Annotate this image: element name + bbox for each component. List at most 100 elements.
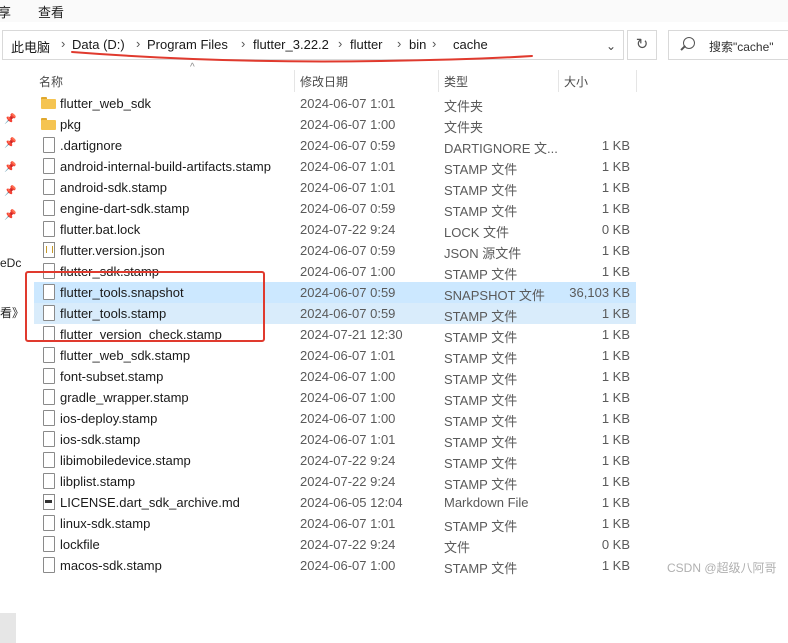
file-row[interactable]: ios-sdk.stamp 2024-06-07 1:01 STAMP 文件 1 KB bbox=[34, 429, 636, 450]
file-size: 1 KB bbox=[601, 327, 630, 342]
breadcrumb-separator[interactable]: › bbox=[338, 36, 342, 51]
file-size: 1 KB bbox=[601, 138, 630, 153]
file-date: 2024-06-07 0:59 bbox=[300, 138, 396, 153]
breadcrumb-cache[interactable]: cache bbox=[453, 37, 488, 52]
breadcrumb-separator[interactable]: › bbox=[432, 36, 436, 51]
file-date: 2024-06-07 1:01 bbox=[300, 96, 396, 111]
file-icon bbox=[43, 368, 55, 384]
file-date: 2024-07-22 9:24 bbox=[300, 222, 396, 237]
file-row[interactable]: flutter.version.json 2024-06-07 0:59 JSON … bbox=[34, 240, 636, 261]
breadcrumb-separator[interactable]: › bbox=[397, 36, 401, 51]
file-row[interactable]: ios-deploy.stamp 2024-06-07 1:00 STAMP 文件 1… bbox=[34, 408, 636, 429]
file-type: STAMP 文件 bbox=[444, 372, 518, 387]
file-date: 2024-06-07 1:01 bbox=[300, 180, 396, 195]
breadcrumb-bin[interactable]: bin bbox=[409, 37, 426, 52]
file-date: 2024-07-22 9:24 bbox=[300, 474, 396, 489]
file-row[interactable]: flutter_web_sdk 2024-06-07 1:01 文件夹 bbox=[34, 93, 636, 114]
file-name: pkg bbox=[60, 117, 81, 132]
column-header-size[interactable]: 大小 bbox=[564, 73, 588, 90]
file-row[interactable]: android-sdk.stamp 2024-06-07 1:01 STAMP 文件… bbox=[34, 177, 636, 198]
file-size: 1 KB bbox=[601, 432, 630, 447]
file-size: 1 KB bbox=[601, 306, 630, 321]
column-divider[interactable] bbox=[438, 70, 439, 92]
file-name: LICENSE.dart_sdk_archive.md bbox=[60, 495, 240, 510]
file-icon bbox=[43, 410, 55, 426]
file-name: libplist.stamp bbox=[60, 474, 136, 489]
pin-icon[interactable]: 📌 bbox=[4, 138, 16, 150]
breadcrumb-this-pc[interactable]: 此电脑 bbox=[11, 37, 50, 56]
file-size: 1 KB bbox=[601, 369, 630, 384]
file-size: 0 KB bbox=[601, 222, 630, 237]
search-input[interactable]: 搜索"cache" bbox=[668, 30, 788, 60]
file-icon bbox=[43, 431, 55, 447]
address-row: 此电脑 › Data (D:) › Program Files › flutte… bbox=[0, 26, 788, 62]
file-row[interactable]: engine-dart-sdk.stamp 2024-06-07 0:59 STAM… bbox=[34, 198, 636, 219]
file-name: font-subset.stamp bbox=[60, 369, 164, 384]
file-row[interactable]: flutter_web_sdk.stamp 2024-06-07 1:01 STAM… bbox=[34, 345, 636, 366]
pin-icon[interactable]: 📌 bbox=[4, 114, 16, 126]
breadcrumb-flutter[interactable]: flutter bbox=[350, 37, 383, 52]
file-date: 2024-07-22 9:24 bbox=[300, 453, 396, 468]
file-type: JSON 源文件 bbox=[444, 246, 522, 261]
ribbon-view-tab[interactable]: 查看 bbox=[38, 2, 64, 21]
file-row[interactable]: .dartignore 2024-06-07 0:59 DARTIGNORE 文..… bbox=[34, 135, 636, 156]
breadcrumb-separator[interactable]: › bbox=[241, 36, 245, 51]
file-date: 2024-06-07 1:01 bbox=[300, 348, 396, 363]
breadcrumb-separator[interactable]: › bbox=[61, 36, 65, 51]
column-divider[interactable] bbox=[294, 70, 295, 92]
file-size: 1 KB bbox=[601, 474, 630, 489]
file-row[interactable]: libimobiledevice.stamp 2024-07-22 9:24 STA… bbox=[34, 450, 636, 471]
pin-icon[interactable]: 📌 bbox=[4, 186, 16, 198]
file-date: 2024-06-07 1:00 bbox=[300, 369, 396, 384]
file-type: 文件夹 bbox=[444, 99, 484, 114]
column-divider[interactable] bbox=[558, 70, 559, 92]
address-bar[interactable]: 此电脑 › Data (D:) › Program Files › flutte… bbox=[2, 30, 624, 60]
file-size: 1 KB bbox=[601, 411, 630, 426]
file-icon bbox=[43, 347, 55, 363]
column-divider[interactable] bbox=[636, 70, 637, 92]
file-name: flutter_sdk.stamp bbox=[60, 264, 159, 279]
file-row[interactable]: lockfile 2024-07-22 9:24 文件 0 KB bbox=[34, 534, 636, 555]
file-row[interactable]: flutter_tools.stamp 2024-06-07 0:59 STAMP … bbox=[34, 303, 636, 324]
file-type: STAMP 文件 bbox=[444, 267, 518, 282]
file-name: .dartignore bbox=[60, 138, 123, 153]
breadcrumb-flutter-version[interactable]: flutter_3.22.2 bbox=[253, 37, 329, 52]
column-header-date[interactable]: 修改日期 bbox=[300, 73, 348, 90]
file-date: 2024-06-07 1:01 bbox=[300, 432, 396, 447]
file-name: android-internal-build-artifacts.stamp bbox=[60, 159, 271, 174]
address-dropdown-button[interactable]: ⌄ bbox=[601, 36, 621, 56]
file-row[interactable]: android-internal-build-artifacts.stamp 20… bbox=[34, 156, 636, 177]
file-row[interactable]: flutter_version_check.stamp 2024-07-21 12… bbox=[34, 324, 636, 345]
file-row[interactable]: linux-sdk.stamp 2024-06-07 1:01 STAMP 文件 1 … bbox=[34, 513, 636, 534]
file-row[interactable]: LICENSE.dart_sdk_archive.md 2024-06-05 12… bbox=[34, 492, 636, 513]
breadcrumb-program-files[interactable]: Program Files bbox=[147, 37, 228, 52]
pin-icon[interactable]: 📌 bbox=[4, 162, 16, 174]
file-type: STAMP 文件 bbox=[444, 162, 518, 177]
file-type: STAMP 文件 bbox=[444, 414, 518, 429]
nav-item-fragment[interactable]: eDc bbox=[0, 256, 21, 270]
file-row[interactable]: flutter.bat.lock 2024-07-22 9:24 LOCK 文件 0 … bbox=[34, 219, 636, 240]
file-icon bbox=[43, 221, 55, 237]
file-row[interactable]: font-subset.stamp 2024-06-07 1:00 STAMP 文件… bbox=[34, 366, 636, 387]
file-row[interactable]: macos-sdk.stamp 2024-06-07 1:00 STAMP 文件 1 … bbox=[34, 555, 636, 576]
breadcrumb-drive[interactable]: Data (D:) bbox=[72, 37, 125, 52]
file-row[interactable]: pkg 2024-06-07 1:00 文件夹 bbox=[34, 114, 636, 135]
file-row[interactable]: gradle_wrapper.stamp 2024-06-07 1:00 STAMP… bbox=[34, 387, 636, 408]
pin-icon[interactable]: 📌 bbox=[4, 210, 16, 222]
file-row[interactable]: libplist.stamp 2024-07-22 9:24 STAMP 文件 1 K… bbox=[34, 471, 636, 492]
file-icon bbox=[43, 536, 55, 552]
file-icon bbox=[43, 179, 55, 195]
nav-item-fragment[interactable]: 看》. bbox=[0, 304, 27, 321]
column-header: ^ 名称 修改日期 类型 大小 bbox=[30, 62, 788, 92]
refresh-button[interactable]: ↻ bbox=[627, 30, 657, 60]
ribbon-share-tab[interactable]: 享 bbox=[0, 2, 11, 21]
file-icon bbox=[43, 284, 55, 300]
file-name: gradle_wrapper.stamp bbox=[60, 390, 189, 405]
file-row[interactable]: flutter_tools.snapshot 2024-06-07 0:59 SNA… bbox=[34, 282, 636, 303]
file-row[interactable]: flutter_sdk.stamp 2024-06-07 1:00 STAMP 文件… bbox=[34, 261, 636, 282]
breadcrumb-separator[interactable]: › bbox=[136, 36, 140, 51]
column-header-name[interactable]: 名称 bbox=[39, 73, 63, 90]
file-icon bbox=[43, 305, 55, 321]
column-header-type[interactable]: 类型 bbox=[444, 73, 468, 90]
nav-scrollbar[interactable] bbox=[0, 613, 16, 643]
